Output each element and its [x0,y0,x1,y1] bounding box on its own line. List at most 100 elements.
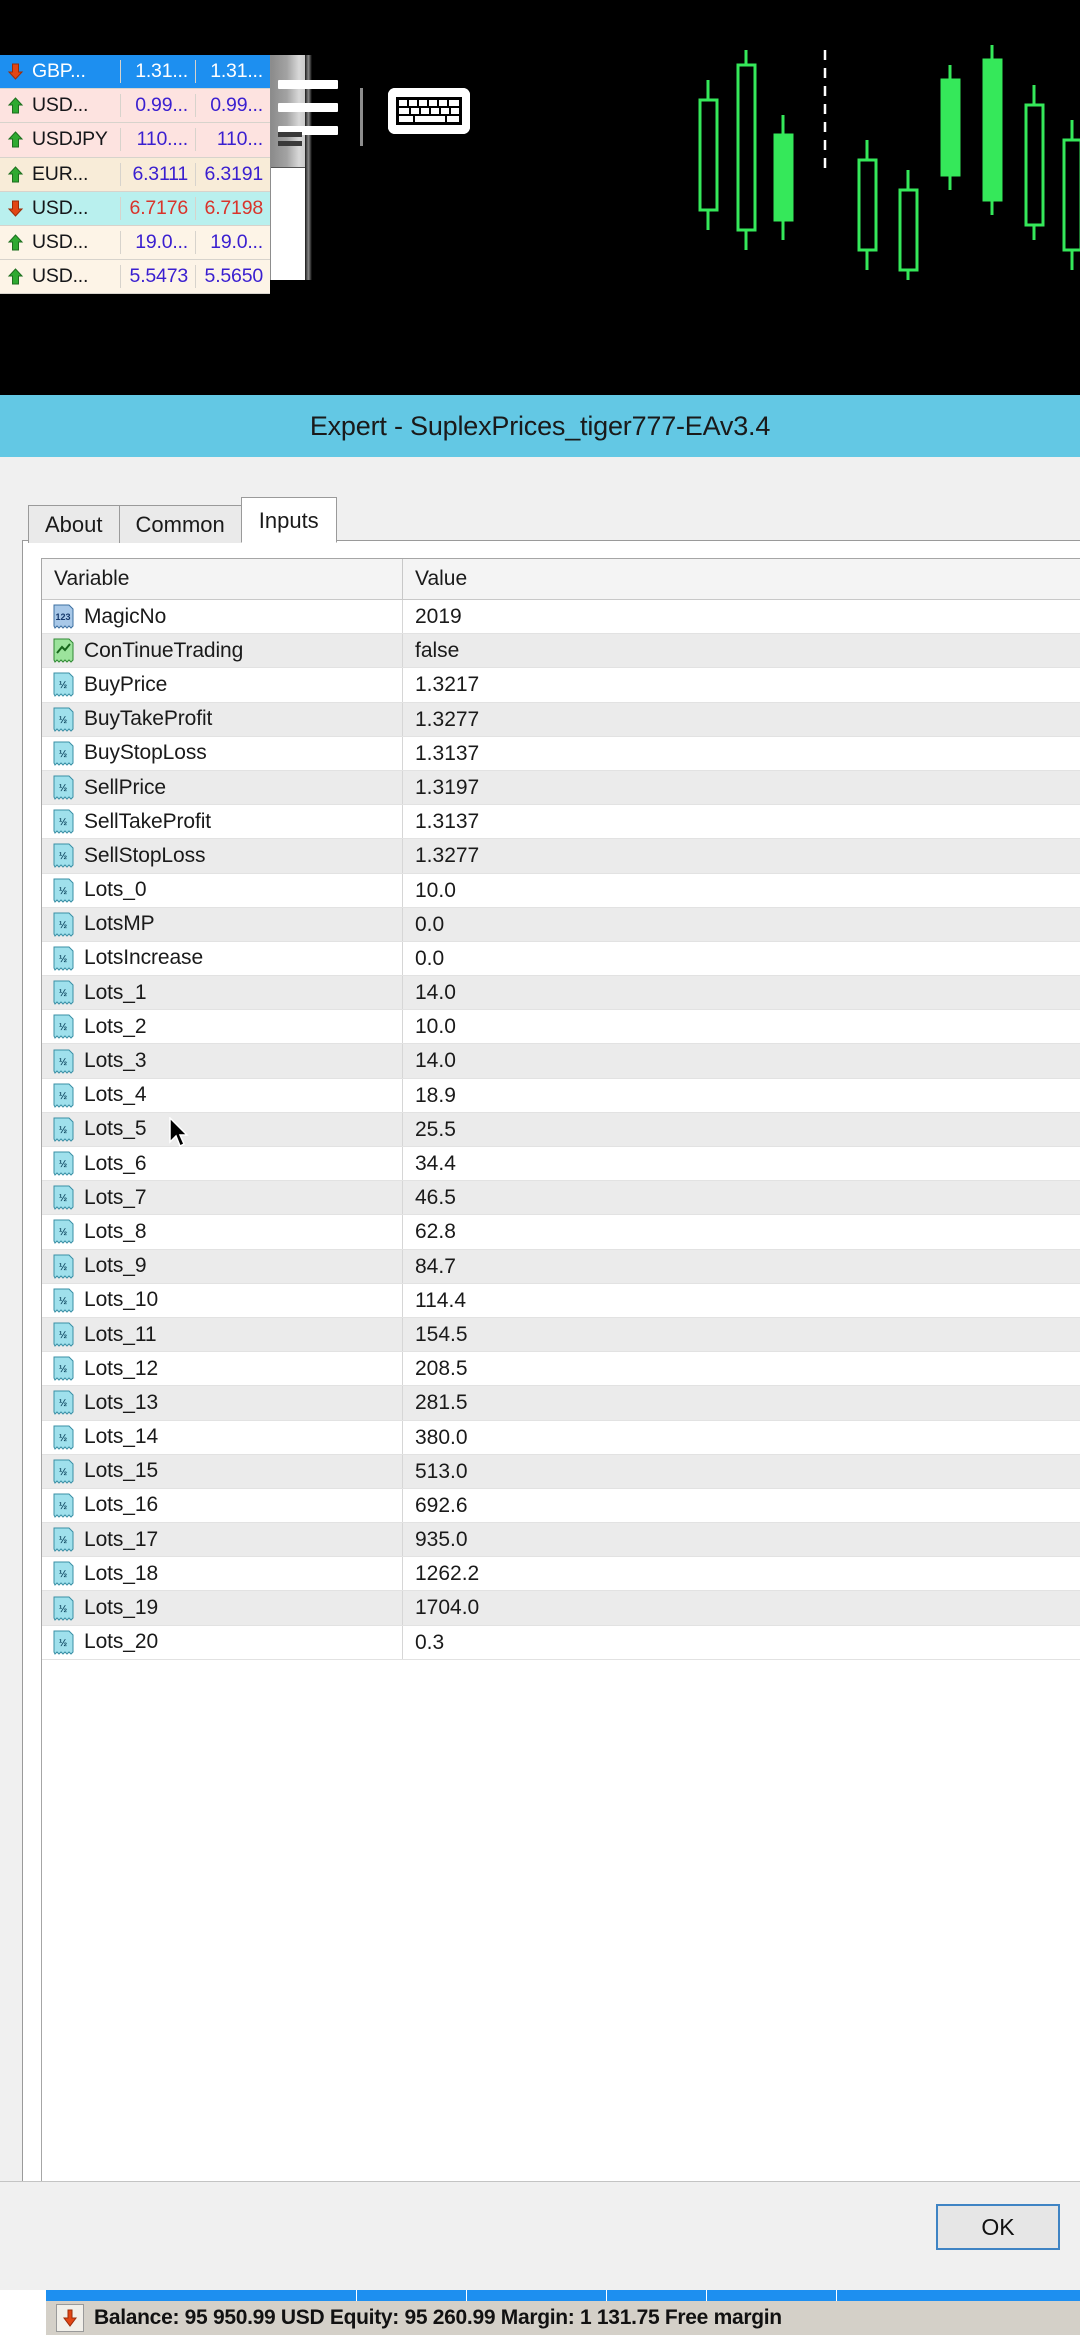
value-cell[interactable]: 1.3217 [402,668,1080,702]
keyboard-icon[interactable] [388,88,470,134]
value-cell[interactable]: 1704.0 [402,1591,1080,1625]
table-row[interactable]: ½ Lots_16 692.6 [42,1488,1080,1524]
value-cell[interactable]: 25.5 [402,1112,1080,1146]
value-cell[interactable]: 692.6 [402,1488,1080,1523]
table-row[interactable]: ½ Lots_2 10.0 [42,1010,1080,1045]
value-cell[interactable]: 208.5 [402,1352,1080,1386]
market-watch-symbol-cell: USD... [0,94,120,117]
table-row[interactable]: ½ Lots_17 935.0 [42,1523,1080,1558]
variable-name: Lots_5 [84,1117,147,1141]
value-cell[interactable]: 62.8 [402,1215,1080,1249]
tab-common[interactable]: Common [118,505,242,543]
table-row[interactable]: ½ Lots_11 154.5 [42,1317,1080,1353]
value-cell[interactable]: 154.5 [402,1317,1080,1352]
table-row[interactable]: ½ Lots_8 62.8 [42,1215,1080,1250]
table-row[interactable]: ½ Lots_3 14.0 [42,1044,1080,1079]
value-cell[interactable]: 0.0 [402,941,1080,976]
value-cell[interactable]: 513.0 [402,1454,1080,1488]
svg-text:½: ½ [59,1433,67,1444]
market-watch-row[interactable]: USD... 19.0... 19.0... [0,225,270,261]
column-header-value[interactable]: Value [402,559,1080,599]
variable-cell: ½ LotsIncrease [42,946,402,971]
table-row[interactable]: ½ LotsIncrease 0.0 [42,941,1080,977]
value-cell[interactable]: 18.9 [402,1078,1080,1112]
value-cell[interactable]: 14.0 [402,1044,1080,1078]
market-watch-bid: 6.3111 [120,162,195,186]
value-cell[interactable]: false [402,634,1080,668]
value-cell[interactable]: 380.0 [402,1420,1080,1454]
variable-name: SellTakeProfit [84,809,211,833]
inputs-grid[interactable]: Variable Value 123 MagicNo 2019 ConTinueTra… [41,558,1080,2187]
value-cell[interactable]: 281.5 [402,1386,1080,1420]
table-row[interactable]: ½ Lots_9 84.7 [42,1249,1080,1284]
market-watch-symbol: EUR... [32,162,89,185]
variable-name: SellStopLoss [84,843,206,867]
table-row[interactable]: ½ SellPrice 1.3197 [42,770,1080,806]
table-row[interactable]: ½ SellStopLoss 1.3277 [42,839,1080,874]
value-cell[interactable]: 2019 [402,600,1080,634]
table-row[interactable]: ½ SellTakeProfit 1.3137 [42,805,1080,840]
table-row[interactable]: ½ Lots_12 208.5 [42,1352,1080,1387]
value-cell[interactable]: 935.0 [402,1523,1080,1557]
value-cell[interactable]: 1.3197 [402,770,1080,805]
market-watch-row[interactable]: USD... 0.99... 0.99... [0,89,270,124]
value-cell[interactable]: 1.3137 [402,805,1080,839]
table-row[interactable]: ½ Lots_15 513.0 [42,1454,1080,1489]
value-cell[interactable]: 1.3277 [402,839,1080,873]
value-cell[interactable]: 0.0 [402,907,1080,941]
value-cell[interactable]: 1262.2 [402,1557,1080,1591]
tab-about[interactable]: About [28,505,120,543]
boolean-type-icon [52,638,75,664]
market-watch-row[interactable]: USDJPY 110.... 110... [0,123,270,158]
table-row[interactable]: ½ Lots_13 281.5 [42,1386,1080,1421]
variable-cell: 123 MagicNo [42,604,402,629]
double-type-icon: ½ [52,878,75,903]
variable-cell: ½ Lots_12 [42,1356,402,1382]
value-cell[interactable]: 84.7 [402,1249,1080,1283]
market-watch-row[interactable]: USD... 6.7176 6.7198 [0,191,270,226]
value-cell[interactable]: 10.0 [402,1010,1080,1044]
table-row[interactable]: ½ Lots_20 0.3 [42,1625,1080,1660]
table-row[interactable]: ½ LotsMP 0.0 [42,907,1080,942]
value-cell[interactable]: 1.3277 [402,702,1080,736]
table-row[interactable]: ConTinueTrading false [42,634,1080,669]
market-watch-table[interactable]: GBP... 1.31... 1.31... USD... 0.99... 0.99...… [0,55,270,295]
value-cell[interactable]: 46.5 [402,1181,1080,1215]
table-row[interactable]: ½ Lots_5 25.5 [42,1112,1080,1147]
table-row[interactable]: ½ BuyStopLoss 1.3137 [42,736,1080,771]
value-cell[interactable]: 34.4 [402,1147,1080,1181]
value-cell[interactable]: 1.3137 [402,736,1080,770]
table-row[interactable]: ½ Lots_19 1704.0 [42,1591,1080,1626]
table-row[interactable]: ½ Lots_18 1262.2 [42,1557,1080,1592]
double-type-icon: ½ [52,672,75,698]
value-cell[interactable]: 14.0 [402,976,1080,1010]
table-row[interactable]: ½ Lots_1 14.0 [42,976,1080,1011]
terminal-tab-strip[interactable] [46,2290,1080,2301]
variable-cell: ½ Lots_13 [42,1390,402,1416]
tab-inputs[interactable]: Inputs [240,497,337,543]
variable-cell: ½ Lots_0 [42,878,402,903]
menu-secondary-icon[interactable] [278,132,302,146]
double-type-icon: ½ [52,1288,75,1313]
variable-name: Lots_16 [84,1493,159,1517]
table-row[interactable]: ½ Lots_4 18.9 [42,1078,1080,1113]
variable-cell: ½ Lots_10 [42,1288,402,1313]
table-row[interactable]: ½ BuyPrice 1.3217 [42,668,1080,703]
variable-name: Lots_15 [84,1459,159,1483]
market-watch-row[interactable]: USD... 5.5473 5.5650 [0,260,270,295]
table-row[interactable]: ½ Lots_14 380.0 [42,1420,1080,1455]
table-row[interactable]: ½ Lots_0 10.0 [42,873,1080,908]
value-cell[interactable]: 10.0 [402,873,1080,907]
ok-button[interactable]: OK [936,2204,1060,2250]
table-row[interactable]: ½ Lots_10 114.4 [42,1283,1080,1318]
value-cell[interactable]: 114.4 [402,1283,1080,1317]
table-row[interactable]: 123 MagicNo 2019 [42,600,1080,635]
market-watch-row[interactable]: EUR... 6.3111 6.3191 [0,157,270,192]
table-row[interactable]: ½ Lots_6 34.4 [42,1147,1080,1182]
column-header-variable[interactable]: Variable [42,559,402,599]
table-row[interactable]: ½ Lots_7 46.5 [42,1181,1080,1216]
svg-text:½: ½ [59,1296,67,1307]
table-row[interactable]: ½ BuyTakeProfit 1.3277 [42,702,1080,737]
value-cell[interactable]: 0.3 [402,1625,1080,1659]
market-watch-row[interactable]: GBP... 1.31... 1.31... [0,55,270,90]
